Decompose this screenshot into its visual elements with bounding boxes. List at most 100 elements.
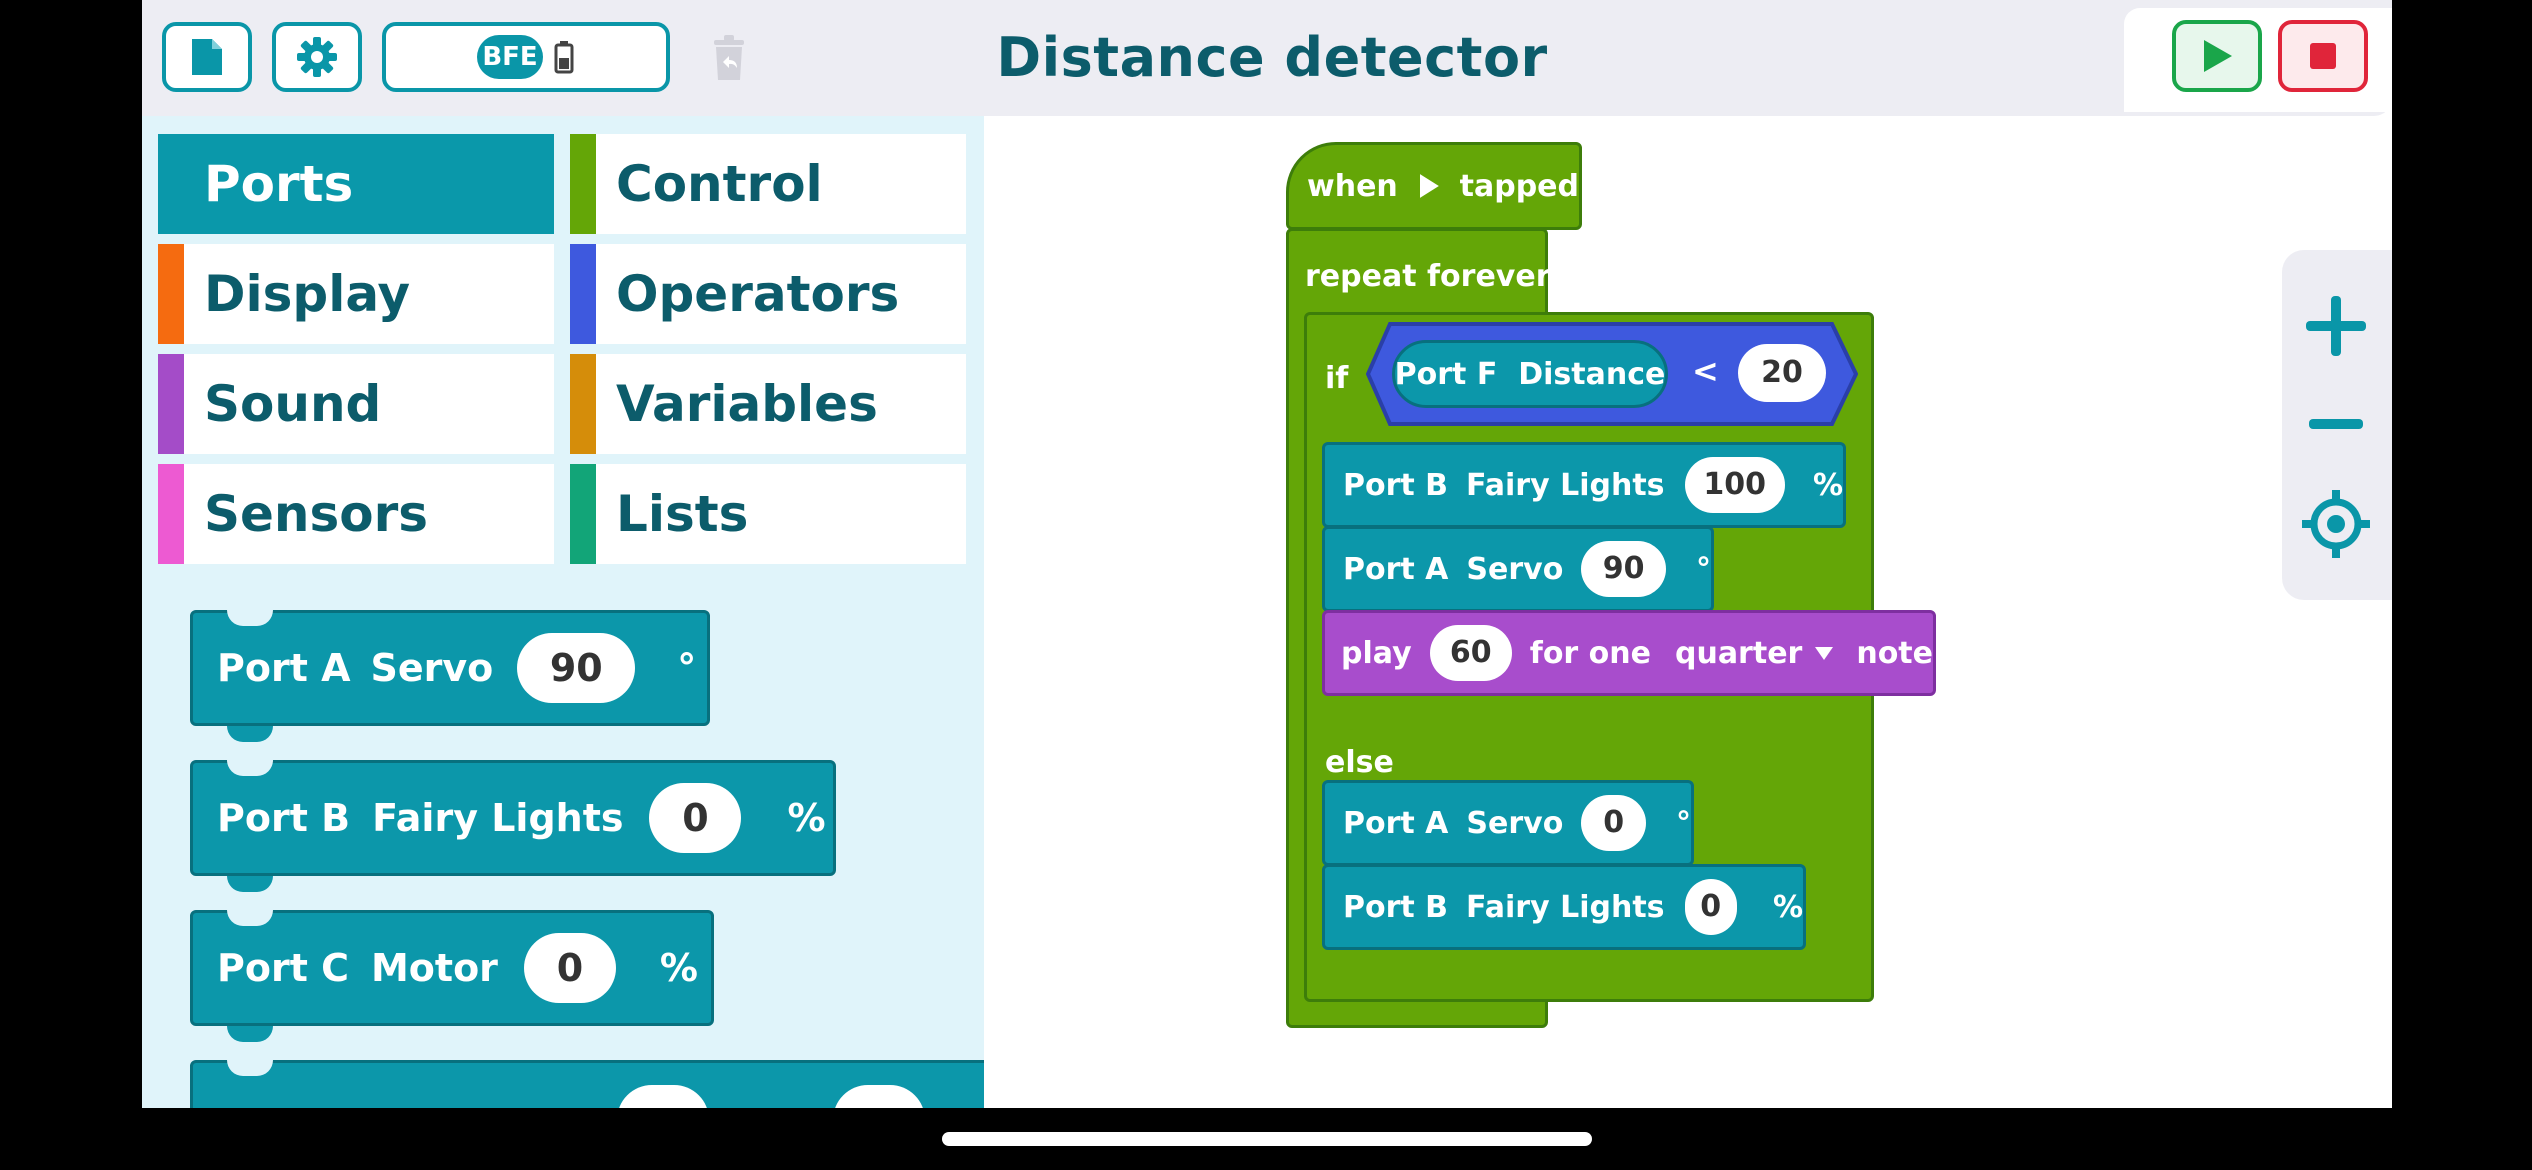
hat-tapped-label: tapped (1459, 168, 1579, 204)
palette-block-motor[interactable]: Port C Motor 0 % (190, 910, 714, 1042)
then-fairy-lights-block[interactable]: Port B Fairy Lights 100 % (1322, 442, 1846, 528)
category-variables[interactable]: Variables (570, 354, 966, 454)
else-servo-block[interactable]: Port A Servo 0 ° (1322, 780, 1694, 866)
block-port: Port A (217, 646, 351, 690)
if-mouth-spacer (1322, 432, 1874, 438)
block-port: Port C (217, 946, 349, 990)
play-note-block[interactable]: play 60 for one quarter note (1322, 610, 1936, 696)
servo-angle-input[interactable]: 90 (517, 633, 636, 703)
for-one-label: for one (1529, 635, 1651, 671)
category-label: Display (204, 265, 411, 323)
block-port: Port A (1343, 551, 1449, 587)
document-icon (192, 39, 222, 75)
else-fairy-lights-block[interactable]: Port B Fairy Lights 0 % (1322, 864, 1806, 950)
if-label: if (1325, 361, 1349, 396)
hub-connection-button[interactable]: BFE (382, 22, 670, 92)
partial-input (617, 1085, 709, 1108)
project-title[interactable]: Distance detector (842, 20, 1702, 96)
block-device: Servo (370, 646, 494, 690)
block-notch (227, 610, 273, 626)
zoom-controls (2282, 250, 2392, 600)
block-device: Fairy Lights (1466, 467, 1665, 503)
block-unit: % (659, 946, 698, 990)
play-icon (1419, 174, 1439, 198)
minus-icon (2309, 419, 2363, 429)
category-color-bar (158, 354, 184, 454)
category-color-bar (158, 464, 184, 564)
distance-condition[interactable]: Port F Distance < 20 (1366, 322, 1858, 426)
category-operators[interactable]: Operators (570, 244, 966, 344)
zoom-out-button[interactable] (2300, 388, 2372, 460)
palette-block-servo[interactable]: Port A Servo 90 ° (190, 610, 710, 742)
category-label: Control (616, 155, 823, 213)
top-toolbar: BFE Distance detector (142, 0, 2392, 116)
distance-sensor-reporter[interactable]: Port F Distance (1392, 340, 1668, 408)
note-pitch-input[interactable]: 60 (1429, 625, 1512, 681)
category-sensors[interactable]: Sensors (158, 464, 554, 564)
category-color-bar (158, 244, 184, 344)
repeat-label: repeat forever (1305, 259, 1551, 294)
block-unit: ° (1696, 551, 1711, 587)
hub-badge: BFE (477, 35, 543, 79)
hub-name: BFE (482, 42, 538, 72)
play-label: play (1341, 635, 1412, 671)
script-canvas[interactable]: when tapped repeat forever if else Port … (984, 116, 2392, 1108)
category-label: Operators (616, 265, 900, 323)
recenter-button[interactable] (2300, 488, 2372, 560)
block-device: Servo (1466, 805, 1564, 841)
undo-button[interactable] (704, 30, 754, 86)
block-notch (227, 760, 273, 776)
servo-angle-input[interactable]: 90 (1581, 541, 1666, 597)
then-servo-block[interactable]: Port A Servo 90 ° (1322, 526, 1714, 612)
zoom-in-button[interactable] (2300, 290, 2372, 362)
motor-speed-input[interactable]: 0 (523, 933, 616, 1003)
block-port: Port B (1343, 467, 1449, 503)
category-color-bar (570, 354, 596, 454)
category-color-bar (570, 244, 596, 344)
comparison-operator: < (1692, 352, 1719, 390)
block-device: Motor (370, 946, 498, 990)
home-indicator[interactable] (942, 1132, 1592, 1146)
palette-block-fairy-lights[interactable]: Port B Fairy Lights 0 % (190, 760, 836, 892)
category-control[interactable]: Control (570, 134, 966, 234)
category-lists[interactable]: Lists (570, 464, 966, 564)
block-unit: % (1772, 889, 1803, 925)
note-label: note (1856, 635, 1933, 671)
lights-brightness-input[interactable]: 0 (1684, 879, 1737, 935)
block-port: Port A (1343, 805, 1449, 841)
battery-icon (554, 41, 574, 74)
block-device: Servo (1466, 551, 1564, 587)
block-unit: % (1812, 467, 1843, 503)
palette-block-partial[interactable] (190, 1060, 984, 1108)
lights-brightness-input[interactable]: 100 (1684, 457, 1785, 513)
trash-undo-icon (714, 35, 744, 80)
block-notch (227, 910, 273, 926)
block-notch (227, 1026, 273, 1042)
partial-input (833, 1085, 925, 1108)
plus-icon (2306, 296, 2366, 356)
category-label: Variables (616, 375, 878, 433)
block-unit: ° (677, 646, 697, 690)
hat-when-label: when (1307, 168, 1398, 204)
distance-threshold-input[interactable]: 20 (1738, 344, 1826, 402)
category-sound[interactable]: Sound (158, 354, 554, 454)
category-ports[interactable]: Ports (158, 134, 554, 234)
servo-angle-input[interactable]: 0 (1581, 795, 1646, 851)
app-window: BFE Distance detector Ports Control Disp… (142, 0, 2392, 1108)
run-button[interactable] (2172, 20, 2262, 92)
category-label: Ports (204, 155, 354, 213)
new-project-button[interactable] (162, 22, 252, 92)
settings-button[interactable] (272, 22, 362, 92)
sensor-label: Port F Distance (1394, 356, 1666, 392)
block-notch (227, 1060, 273, 1076)
lights-brightness-input[interactable]: 0 (649, 783, 742, 853)
duration-value: quarter (1674, 635, 1803, 671)
block-unit: ° (1676, 805, 1691, 841)
note-duration-dropdown[interactable]: quarter (1675, 636, 1834, 671)
stop-button[interactable] (2278, 20, 2368, 92)
category-color-bar (570, 134, 596, 234)
category-display[interactable]: Display (158, 244, 554, 344)
when-tapped-block[interactable]: when tapped (1286, 142, 1582, 230)
else-label: else (1325, 745, 1394, 780)
play-icon (2204, 40, 2232, 72)
